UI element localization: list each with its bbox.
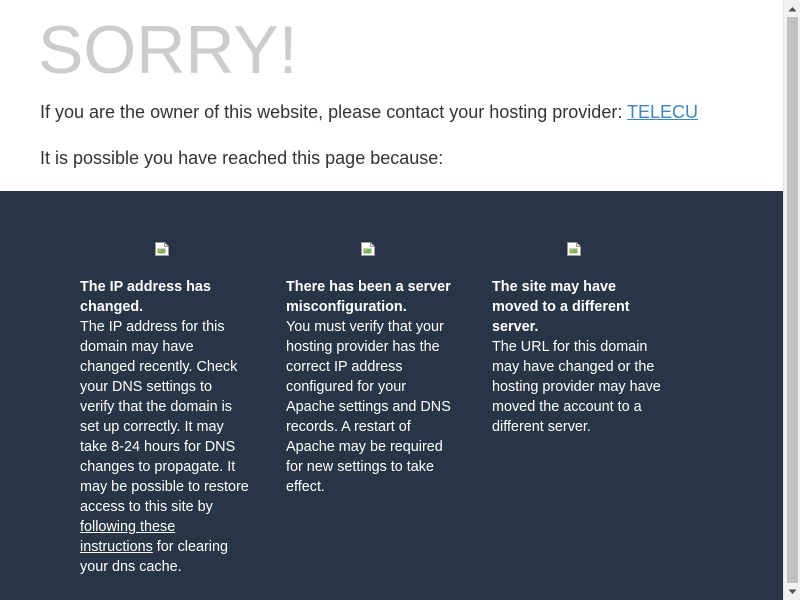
broken-image-icon — [360, 241, 376, 257]
reason-body-text: The IP address for this domain may have … — [80, 319, 249, 515]
vertical-scrollbar[interactable] — [783, 0, 800, 600]
scrollbar-thumb[interactable] — [787, 17, 798, 583]
reason-body: You must verify that your hosting provid… — [286, 319, 451, 495]
reasons-intro: It is possible you have reached this pag… — [40, 148, 444, 168]
broken-image-icon — [154, 241, 170, 257]
page-viewport: SORRY! If you are the owner of this webs… — [0, 0, 783, 600]
reason-server-misconfiguration: There has been a server misconfiguration… — [286, 241, 456, 497]
reason-server-moved: The site may have moved to a different s… — [492, 241, 662, 437]
reason-body: The URL for this domain may have changed… — [492, 339, 661, 435]
owner-contact-label: If you are the owner of this website, pl… — [40, 102, 627, 122]
reason-title: There has been a server misconfiguration… — [286, 279, 451, 315]
reason-body: The IP address for this domain may have … — [80, 317, 250, 577]
hosting-provider-link[interactable]: TELECU — [627, 102, 698, 122]
broken-image-icon — [566, 241, 582, 257]
owner-contact-text: If you are the owner of this website, pl… — [40, 101, 698, 123]
reasons-section: The IP address has changed. The IP addre… — [0, 191, 783, 600]
reason-title: The site may have moved to a different s… — [492, 279, 630, 335]
scroll-down-arrow-icon[interactable] — [784, 583, 800, 600]
page-headline: SORRY! — [38, 12, 298, 88]
reason-title: The IP address has changed. — [80, 279, 211, 315]
scroll-up-arrow-icon[interactable] — [784, 0, 800, 17]
reason-ip-changed: The IP address has changed. The IP addre… — [80, 241, 250, 577]
